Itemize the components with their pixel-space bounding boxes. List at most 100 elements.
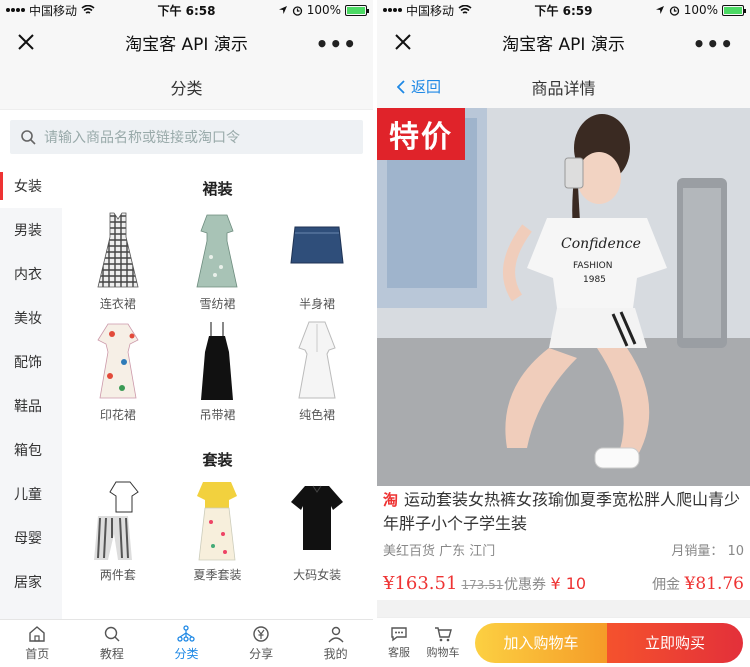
cart-icon bbox=[435, 626, 452, 641]
signal-icon bbox=[6, 8, 25, 12]
service-button[interactable]: 客服 bbox=[377, 626, 421, 660]
sidebar-item-label: 母婴 bbox=[14, 531, 42, 547]
sidebar-item-beauty[interactable]: 美妆 bbox=[0, 296, 62, 340]
more-icon[interactable]: ••• bbox=[693, 32, 734, 56]
tab-label: 我的 bbox=[323, 647, 348, 661]
category-item[interactable]: 大码女装 bbox=[267, 478, 367, 583]
tab-label: 首页 bbox=[25, 647, 50, 661]
sidebar-item-label: 女装 bbox=[14, 179, 42, 195]
search-input[interactable]: 请输入商品名称或链接或淘口令 bbox=[10, 120, 363, 154]
buy-now-button[interactable]: 立即购买 bbox=[607, 622, 743, 663]
status-bar: 中国移动 下午 6:59 100% bbox=[377, 0, 750, 20]
coupon: 优惠券 ¥ 10 bbox=[504, 574, 586, 594]
plus-size-tee-icon bbox=[291, 485, 344, 550]
category-screen: 中国移动 下午 6:58 100% 淘宝客 API 演示 ••• 分类 请输入商… bbox=[0, 0, 373, 667]
commission-value: ¥81.76 bbox=[684, 574, 744, 594]
app-title: 淘宝客 API 演示 bbox=[502, 34, 625, 55]
product-image[interactable]: Confidence FASHION 1985 特价 bbox=[377, 108, 750, 486]
page-title-text: 分类 bbox=[170, 78, 203, 98]
category-item-label: 印花裙 bbox=[99, 408, 136, 422]
print-dress-icon bbox=[97, 323, 139, 399]
sidebar-item-label: 鞋品 bbox=[14, 399, 42, 415]
back-button[interactable]: 返回 bbox=[397, 76, 441, 97]
slip-dress-icon bbox=[201, 322, 234, 400]
share-yen-icon bbox=[253, 626, 269, 642]
location-icon bbox=[278, 6, 287, 14]
add-to-cart-button[interactable]: 加入购物车 bbox=[475, 622, 607, 663]
sidebar-item-kids[interactable]: 儿童 bbox=[0, 472, 62, 516]
category-item[interactable]: 吊带裙 bbox=[168, 318, 268, 423]
category-item[interactable]: 印花裙 bbox=[68, 318, 168, 423]
sidebar-item-underwear[interactable]: 内衣 bbox=[0, 252, 62, 296]
category-sidebar: 女装 男装 内衣 美妆 配饰 鞋品 箱包 儿童 母婴 居家 bbox=[0, 164, 62, 619]
status-bar: 中国移动 下午 6:58 100% bbox=[0, 0, 373, 20]
location-icon bbox=[655, 6, 664, 14]
tab-share[interactable]: 分享 bbox=[224, 620, 299, 667]
sidebar-item-men[interactable]: 男装 bbox=[0, 208, 62, 252]
sidebar-item-label: 配饰 bbox=[14, 355, 42, 371]
category-item[interactable]: 雪纺裙 bbox=[168, 207, 268, 312]
sidebar-item-shoes[interactable]: 鞋品 bbox=[0, 384, 62, 428]
chat-icon bbox=[391, 626, 407, 641]
sidebar-item-label: 居家 bbox=[14, 575, 42, 591]
category-item-label: 雪纺裙 bbox=[199, 297, 236, 311]
category-item-label: 两件套 bbox=[99, 568, 136, 582]
category-item[interactable]: 纯色裙 bbox=[267, 318, 367, 423]
plaid-dress-icon bbox=[97, 212, 139, 288]
action-bar: 客服 购物车 加入购物车 立即购买 bbox=[377, 617, 750, 667]
more-icon[interactable]: ••• bbox=[316, 32, 357, 56]
category-icon bbox=[177, 625, 196, 642]
category-item[interactable]: 半身裙 bbox=[267, 207, 367, 312]
product-title: 淘运动套装女热裤女孩瑜伽夏季宽松胖人爬山青少年胖子小个子学生装 bbox=[383, 486, 744, 536]
sidebar-item-baby[interactable]: 母婴 bbox=[0, 516, 62, 560]
price-row: ¥163.51 173.51 优惠券 ¥ 10 佣金 ¥81.76 bbox=[383, 573, 744, 594]
tab-label: 分享 bbox=[249, 647, 274, 661]
chiffon-dress-icon bbox=[196, 214, 238, 288]
category-item[interactable]: 夏季套装 bbox=[168, 478, 268, 583]
carrier-name: 中国移动 bbox=[29, 3, 78, 18]
tab-profile[interactable]: 我的 bbox=[298, 620, 373, 667]
page-title-text: 商品详情 bbox=[531, 78, 596, 98]
sidebar-item-bags[interactable]: 箱包 bbox=[0, 428, 62, 472]
shirt-text: Confidence bbox=[561, 236, 641, 252]
signal-icon bbox=[383, 8, 402, 12]
white-dress-icon bbox=[298, 321, 336, 399]
category-item-label: 夏季套装 bbox=[193, 568, 242, 582]
sidebar-item-home[interactable]: 居家 bbox=[0, 560, 62, 604]
sidebar-item-label: 内衣 bbox=[14, 267, 42, 283]
tab-tutorial[interactable]: 教程 bbox=[75, 620, 150, 667]
tab-label: 教程 bbox=[99, 647, 124, 661]
shop-location: 广东 江门 bbox=[439, 544, 496, 559]
battery-icon bbox=[345, 4, 369, 16]
carrier: 中国移动 bbox=[383, 2, 472, 19]
product-grid: 连衣裙 雪纺裙 半身裙 印花裙 吊带裙 纯色裙 bbox=[62, 207, 373, 423]
sidebar-item-women[interactable]: 女装 bbox=[0, 164, 62, 208]
alarm-icon bbox=[669, 5, 679, 16]
category-item[interactable]: 连衣裙 bbox=[68, 207, 168, 312]
category-item-label: 大码女装 bbox=[293, 568, 342, 582]
original-price: 173.51 bbox=[461, 578, 504, 592]
tab-home[interactable]: 首页 bbox=[0, 620, 75, 667]
category-body: 女装 男装 内衣 美妆 配饰 鞋品 箱包 儿童 母婴 居家 裙装 连衣裙 雪纺裙… bbox=[0, 164, 373, 619]
summer-set-icon bbox=[197, 482, 238, 561]
cart-button[interactable]: 购物车 bbox=[421, 626, 465, 660]
tab-category[interactable]: 分类 bbox=[149, 620, 224, 667]
two-piece-icon bbox=[93, 481, 139, 560]
search-icon bbox=[21, 130, 36, 145]
close-icon[interactable] bbox=[14, 30, 38, 54]
page-title: 分类 bbox=[0, 64, 373, 110]
user-icon bbox=[328, 626, 344, 643]
shop-name: 美红百货 bbox=[383, 544, 436, 559]
close-icon[interactable] bbox=[391, 30, 415, 54]
carrier: 中国移动 bbox=[6, 2, 95, 19]
sidebar-item-accessories[interactable]: 配饰 bbox=[0, 340, 62, 384]
app-title-bar: 淘宝客 API 演示 ••• bbox=[377, 20, 750, 64]
monthly-sales: 月销量： 10 bbox=[671, 544, 744, 559]
group-title: 套装 bbox=[202, 451, 233, 469]
commission: 佣金 ¥81.76 bbox=[652, 574, 744, 594]
category-item-label: 吊带裙 bbox=[199, 408, 236, 422]
coupon-value: ¥ 10 bbox=[550, 574, 587, 593]
category-item[interactable]: 两件套 bbox=[68, 478, 168, 583]
cart-label: 购物车 bbox=[426, 645, 460, 659]
battery-icon bbox=[722, 4, 746, 16]
